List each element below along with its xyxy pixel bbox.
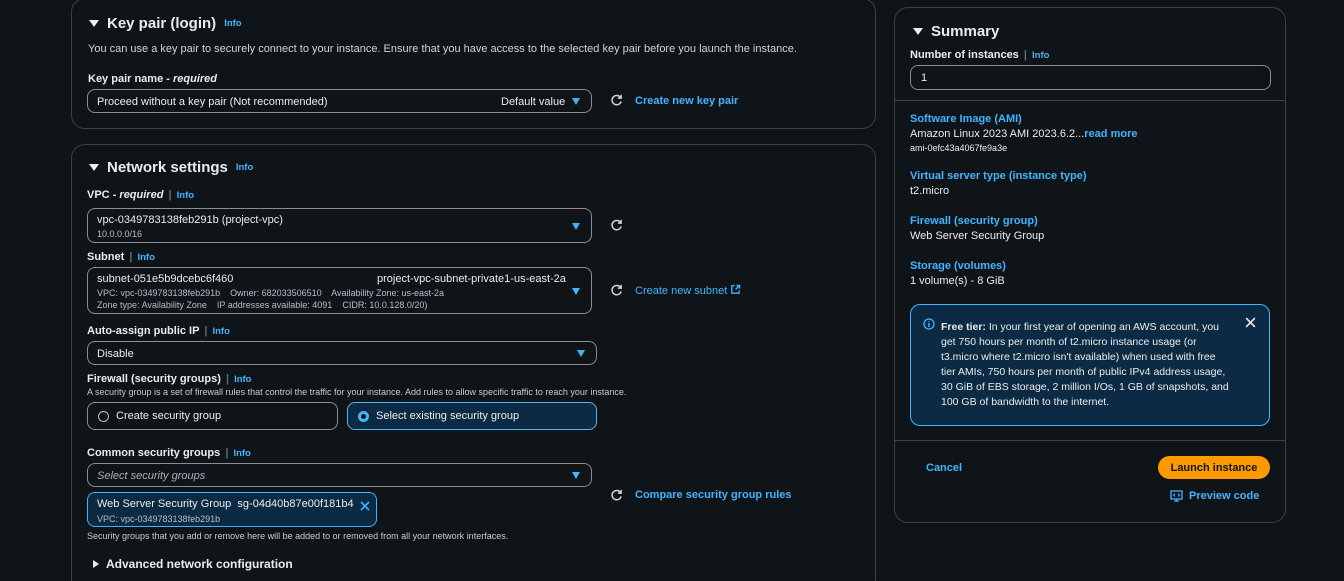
expand-right-icon xyxy=(93,560,99,568)
public-ip-select[interactable]: Disable xyxy=(87,341,597,365)
free-tier-text: Free tier: In your first year of opening… xyxy=(941,321,1229,408)
subnet-id: subnet-051e5b9dcebc6f460 xyxy=(97,273,234,285)
chevron-down-icon xyxy=(572,223,580,230)
instances-info-link[interactable]: Info xyxy=(1032,50,1049,61)
chevron-down-icon xyxy=(577,350,585,357)
launch-instance-button[interactable]: Launch instance xyxy=(1158,456,1270,479)
select-existing-security-group-option[interactable]: Select existing security group xyxy=(347,402,597,430)
instances-value: 1 xyxy=(921,72,928,84)
token-vpc: VPC: vpc-0349783138feb291b xyxy=(97,514,221,524)
key-pair-title: Key pair (login) xyxy=(107,15,217,32)
common-sg-label: Common security groups | Info xyxy=(87,447,251,459)
security-groups-placeholder: Select security groups xyxy=(97,470,206,482)
network-title: Network settings xyxy=(107,159,228,176)
close-icon[interactable] xyxy=(360,501,370,511)
storage-link[interactable]: Storage (volumes) xyxy=(910,260,1006,272)
vpc-cidr: 10.0.0.0/16 xyxy=(97,229,143,239)
expand-caret-icon xyxy=(89,164,99,171)
key-pair-select[interactable]: Proceed without a key pair (Not recommen… xyxy=(87,89,592,113)
refresh-icon[interactable] xyxy=(610,489,623,502)
ami-id: ami-0efc43a4067fe9a3e xyxy=(910,143,1008,153)
public-ip-label: Auto-assign public IP | Info xyxy=(87,325,230,337)
external-link-icon xyxy=(731,284,741,294)
storage-value: 1 volume(s) - 8 GiB xyxy=(910,275,1005,287)
create-key-pair-link[interactable]: Create new key pair xyxy=(635,95,738,107)
firewall-label: Firewall (security groups) | Info xyxy=(87,373,252,385)
firewall-info-link[interactable]: Info xyxy=(234,374,251,385)
divider xyxy=(895,440,1285,441)
vpc-select[interactable]: vpc-0349783138feb291b (project-vpc) 10.0… xyxy=(87,208,592,243)
key-pair-name-label: Key pair name - required xyxy=(88,73,217,85)
create-sg-label: Create security group xyxy=(116,410,222,422)
chevron-down-icon xyxy=(572,288,580,295)
advanced-network-toggle[interactable]: Advanced network configuration xyxy=(93,557,293,571)
radio-unselected xyxy=(98,410,109,422)
instances-label: Number of instances | Info xyxy=(910,49,1050,61)
instance-type-link[interactable]: Virtual server type (instance type) xyxy=(910,170,1086,182)
firewall-description: A security group is a set of firewall ru… xyxy=(87,387,627,397)
summary-panel: Summary Number of instances | Info 1 Sof… xyxy=(894,7,1286,523)
info-icon xyxy=(923,318,935,330)
firewall-summary-value: Web Server Security Group xyxy=(910,230,1045,242)
network-header[interactable]: Network settings Info xyxy=(89,159,253,176)
chevron-down-icon xyxy=(572,472,580,479)
preview-code-button[interactable]: Preview code xyxy=(1170,490,1259,502)
cancel-button[interactable]: Cancel xyxy=(926,462,962,474)
free-tier-alert: Free tier: In your first year of opening… xyxy=(910,304,1270,426)
key-pair-header[interactable]: Key pair (login) Info xyxy=(89,15,242,32)
expand-caret-icon xyxy=(89,20,99,27)
advanced-network-label: Advanced network configuration xyxy=(106,557,293,571)
subnet-details-line: Zone type: Availability Zone IP addresse… xyxy=(97,300,428,310)
instance-type-value: t2.micro xyxy=(910,185,950,197)
key-pair-description: You can use a key pair to securely conne… xyxy=(88,43,797,55)
instances-input[interactable]: 1 xyxy=(910,65,1271,90)
radio-selected xyxy=(358,410,369,422)
summary-header[interactable]: Summary xyxy=(913,23,999,40)
firewall-summary-link[interactable]: Firewall (security group) xyxy=(910,215,1038,227)
subnet-details-line: VPC: vpc-0349783138feb291b Owner: 682033… xyxy=(97,288,445,298)
close-icon[interactable] xyxy=(1245,317,1256,328)
refresh-icon[interactable] xyxy=(610,94,623,107)
subnet-name: project-vpc-subnet-private1-us-east-2a xyxy=(377,273,566,285)
subnet-info-link[interactable]: Info xyxy=(137,252,154,263)
security-groups-select[interactable]: Select security groups xyxy=(87,463,592,487)
summary-title: Summary xyxy=(931,23,1000,40)
ami-link[interactable]: Software Image (AMI) xyxy=(910,113,1022,125)
expand-caret-icon xyxy=(913,28,923,35)
refresh-icon[interactable] xyxy=(610,219,623,232)
chevron-down-icon xyxy=(572,98,580,105)
security-group-token: Web Server Security Group sg-04d40b87e00… xyxy=(87,492,377,527)
common-sg-info-link[interactable]: Info xyxy=(233,448,250,459)
create-subnet-link[interactable]: Create new subnet xyxy=(635,284,741,297)
refresh-icon[interactable] xyxy=(610,284,623,297)
ami-value: Amazon Linux 2023 AMI 2023.6.2...read mo… xyxy=(910,128,1138,140)
security-groups-note: Security groups that you add or remove h… xyxy=(87,531,509,541)
public-ip-value: Disable xyxy=(97,348,134,360)
token-name: Web Server Security Group sg-04d40b87e00… xyxy=(97,498,354,510)
compare-sg-rules-link[interactable]: Compare security group rules xyxy=(635,489,792,501)
public-ip-info-link[interactable]: Info xyxy=(212,326,229,337)
vpc-info-link[interactable]: Info xyxy=(177,190,194,201)
default-value-tag: Default value xyxy=(501,96,566,108)
network-info-link[interactable]: Info xyxy=(236,162,253,173)
subnet-label: Subnet | Info xyxy=(87,251,155,263)
preview-code-icon xyxy=(1170,490,1183,502)
read-more-link[interactable]: read more xyxy=(1084,128,1137,140)
create-security-group-option[interactable]: Create security group xyxy=(87,402,338,430)
vpc-value: vpc-0349783138feb291b (project-vpc) xyxy=(97,214,283,226)
key-pair-selected-value: Proceed without a key pair (Not recommen… xyxy=(97,96,328,108)
key-pair-info-link[interactable]: Info xyxy=(224,18,241,29)
select-sg-label: Select existing security group xyxy=(376,410,520,422)
vpc-label: VPC - required | Info xyxy=(87,189,195,201)
subnet-select[interactable]: subnet-051e5b9dcebc6f460 project-vpc-sub… xyxy=(87,267,592,314)
divider xyxy=(895,100,1285,101)
